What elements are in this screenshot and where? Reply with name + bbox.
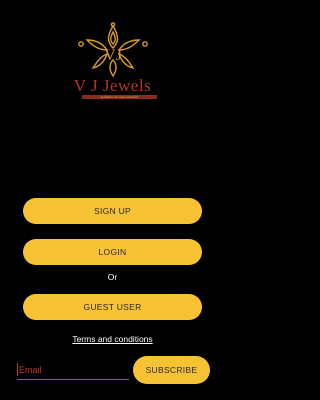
svg-text:VJ: VJ	[104, 47, 122, 64]
terms-link[interactable]: Terms and conditions	[0, 334, 225, 344]
brand-name: V J Jewels	[73, 76, 152, 95]
welcome-screen: VJ V J Jewels Jewellery for every occasi…	[0, 0, 225, 400]
ornament-logo-icon: VJ	[77, 22, 148, 78]
sign-up-button[interactable]: SIGN UP	[23, 198, 202, 224]
email-input[interactable]	[19, 361, 127, 378]
guest-user-button[interactable]: GUEST USER	[23, 294, 202, 320]
or-divider-text: Or	[107, 272, 118, 282]
text-cursor	[17, 363, 18, 376]
login-button[interactable]: LOGIN	[23, 239, 202, 265]
email-field	[17, 361, 129, 380]
brand-tagline: Jewellery for every occasion	[82, 95, 157, 99]
subscribe-button[interactable]: SUBSCRIBE	[133, 356, 210, 384]
